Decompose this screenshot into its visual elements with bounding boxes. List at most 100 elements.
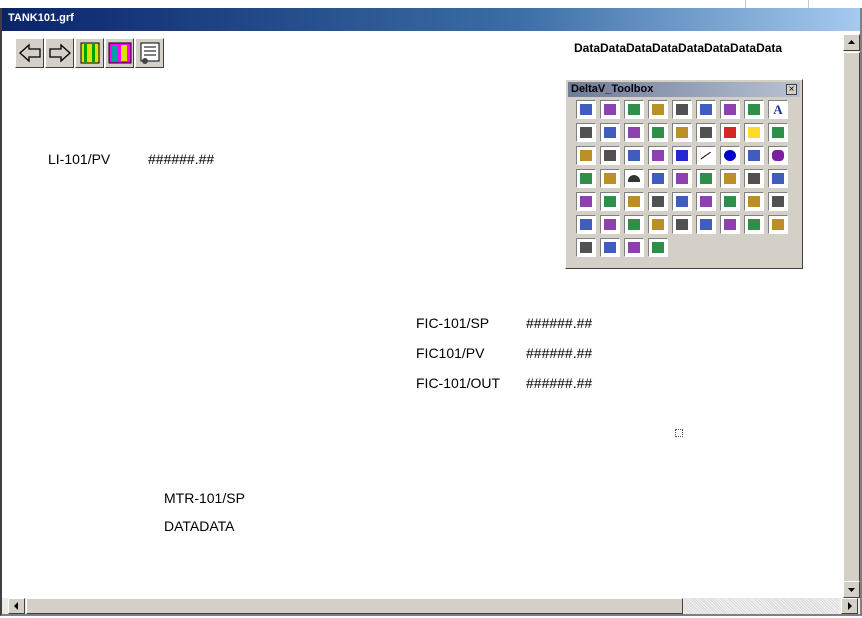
tool-preview-button[interactable] xyxy=(720,100,740,119)
fic-101-out-value[interactable]: ######.## xyxy=(526,375,592,391)
align1-icon xyxy=(580,196,592,207)
horizontal-scroll-thumb[interactable] xyxy=(26,598,683,614)
tool-box-shadow-button[interactable] xyxy=(600,215,620,234)
tool-dot-button[interactable] xyxy=(624,215,644,234)
tool-wand-button[interactable] xyxy=(576,123,596,142)
clock-icon xyxy=(580,150,592,161)
tool-triangle-button[interactable] xyxy=(648,169,668,188)
tool-line-button[interactable] xyxy=(696,146,716,165)
tool-bell-button[interactable] xyxy=(744,123,764,142)
tool-box-button[interactable] xyxy=(576,215,596,234)
tool-align6-button[interactable] xyxy=(696,192,716,211)
toolbox-title-bar[interactable]: DeltaV_Toolbox × xyxy=(568,82,800,97)
rounded-rect-icon xyxy=(772,150,784,161)
li-101-value[interactable]: ######.## xyxy=(148,151,214,167)
tool-layer1-button[interactable] xyxy=(672,169,692,188)
disk-icon xyxy=(748,104,760,115)
monitor1-icon xyxy=(604,242,616,253)
tool-bracket-button[interactable] xyxy=(696,100,716,119)
tool-align3-button[interactable] xyxy=(624,192,644,211)
tool-m0-button[interactable] xyxy=(672,123,692,142)
tool-align4-button[interactable] xyxy=(648,192,668,211)
tool-slash-button[interactable] xyxy=(720,215,740,234)
tool-ellipse-button[interactable] xyxy=(720,146,740,165)
tool-pen-button[interactable] xyxy=(648,123,668,142)
tool-clock-button[interactable] xyxy=(576,146,596,165)
title-bar[interactable]: TANK101.grf xyxy=(2,8,860,31)
bars-button[interactable] xyxy=(75,38,104,68)
tool-monitor2-button[interactable] xyxy=(624,238,644,257)
tool-rect-button[interactable] xyxy=(672,146,692,165)
tool-polygon-button[interactable] xyxy=(576,169,596,188)
open-folder-icon xyxy=(628,104,640,115)
horizontal-scroll-track[interactable] xyxy=(684,598,839,614)
back-button[interactable] xyxy=(15,38,44,68)
tool-disk-button[interactable] xyxy=(744,100,764,119)
fic-101-pv-value[interactable]: ######.## xyxy=(526,345,592,361)
tool-layer2-button[interactable] xyxy=(696,169,716,188)
tool-undo-button[interactable] xyxy=(672,100,692,119)
tool-panel-button[interactable] xyxy=(600,146,620,165)
scroll-right-button[interactable] xyxy=(841,598,858,614)
tiles-icon xyxy=(700,127,712,138)
tool-bucket-button[interactable] xyxy=(648,215,668,234)
faceplate-button[interactable] xyxy=(105,38,134,68)
selection-handle[interactable] xyxy=(675,429,683,437)
tool-layer4-button[interactable] xyxy=(744,169,764,188)
scroll-up-button[interactable] xyxy=(843,34,860,51)
tool-fxf-button[interactable] xyxy=(600,123,620,142)
tool-tiles-button[interactable] xyxy=(696,123,716,142)
mtr-101-value[interactable]: DATADATA xyxy=(164,518,235,534)
tool-bar-button[interactable] xyxy=(768,215,788,234)
vertical-scrollbar[interactable] xyxy=(843,34,860,598)
tool-layer5-button[interactable] xyxy=(768,169,788,188)
tool-align8-button[interactable] xyxy=(744,192,764,211)
tool-bars-button[interactable] xyxy=(648,146,668,165)
tool-open-folder-button[interactable] xyxy=(624,100,644,119)
toolbox-title: DeltaV_Toolbox xyxy=(571,83,654,95)
line-icon xyxy=(700,151,712,160)
undo-icon xyxy=(676,104,688,115)
horizontal-scrollbar[interactable] xyxy=(2,598,860,614)
tool-abc-button[interactable] xyxy=(624,123,644,142)
tool-dots-button[interactable] xyxy=(624,146,644,165)
rotate-icon xyxy=(700,219,712,230)
tool-align7-button[interactable] xyxy=(720,192,740,211)
fic-101-sp-value[interactable]: ######.## xyxy=(526,315,592,331)
tool-monitor3-button[interactable] xyxy=(648,238,668,257)
deltav-toolbox: DeltaV_Toolbox × A xyxy=(565,79,803,269)
tool-align2-button[interactable] xyxy=(600,192,620,211)
scroll-down-button[interactable] xyxy=(843,581,860,598)
layer3-icon xyxy=(724,173,736,184)
scroll-left-button[interactable] xyxy=(8,598,25,614)
save-icon xyxy=(652,104,664,115)
tool-arc-button[interactable] xyxy=(744,146,764,165)
tool-align9-button[interactable] xyxy=(768,192,788,211)
align8-icon xyxy=(748,196,760,207)
detail-button[interactable] xyxy=(135,38,164,68)
tool-gear-button[interactable] xyxy=(768,123,788,142)
tool-chart-button[interactable] xyxy=(720,123,740,142)
tool-save-button[interactable] xyxy=(648,100,668,119)
tool-layer3-button[interactable] xyxy=(720,169,740,188)
tool-rotate-button[interactable] xyxy=(696,215,716,234)
tool-align5-button[interactable] xyxy=(672,192,692,211)
tool-line-color-button[interactable] xyxy=(576,238,596,257)
tool-monitor1-button[interactable] xyxy=(600,238,620,257)
forward-button[interactable] xyxy=(45,38,74,68)
vertical-scroll-thumb[interactable] xyxy=(843,52,860,584)
tool-zoom-button[interactable] xyxy=(744,215,764,234)
monitor2-icon xyxy=(628,242,640,253)
tool-align1-button[interactable] xyxy=(576,192,596,211)
chevron-down-icon xyxy=(848,588,855,592)
tool-new-button[interactable] xyxy=(576,100,596,119)
toolbox-close-button[interactable]: × xyxy=(786,84,797,95)
divider xyxy=(745,0,746,8)
mtr-101-tag: MTR-101/SP xyxy=(164,490,245,506)
tool-half-circle-button[interactable] xyxy=(624,169,644,188)
tool-text-A-button[interactable]: A xyxy=(768,100,788,119)
tool-pipe-button[interactable] xyxy=(600,169,620,188)
tool-rounded-rect-button[interactable] xyxy=(768,146,788,165)
tool-open-button[interactable] xyxy=(600,100,620,119)
tool-link-button[interactable] xyxy=(672,215,692,234)
